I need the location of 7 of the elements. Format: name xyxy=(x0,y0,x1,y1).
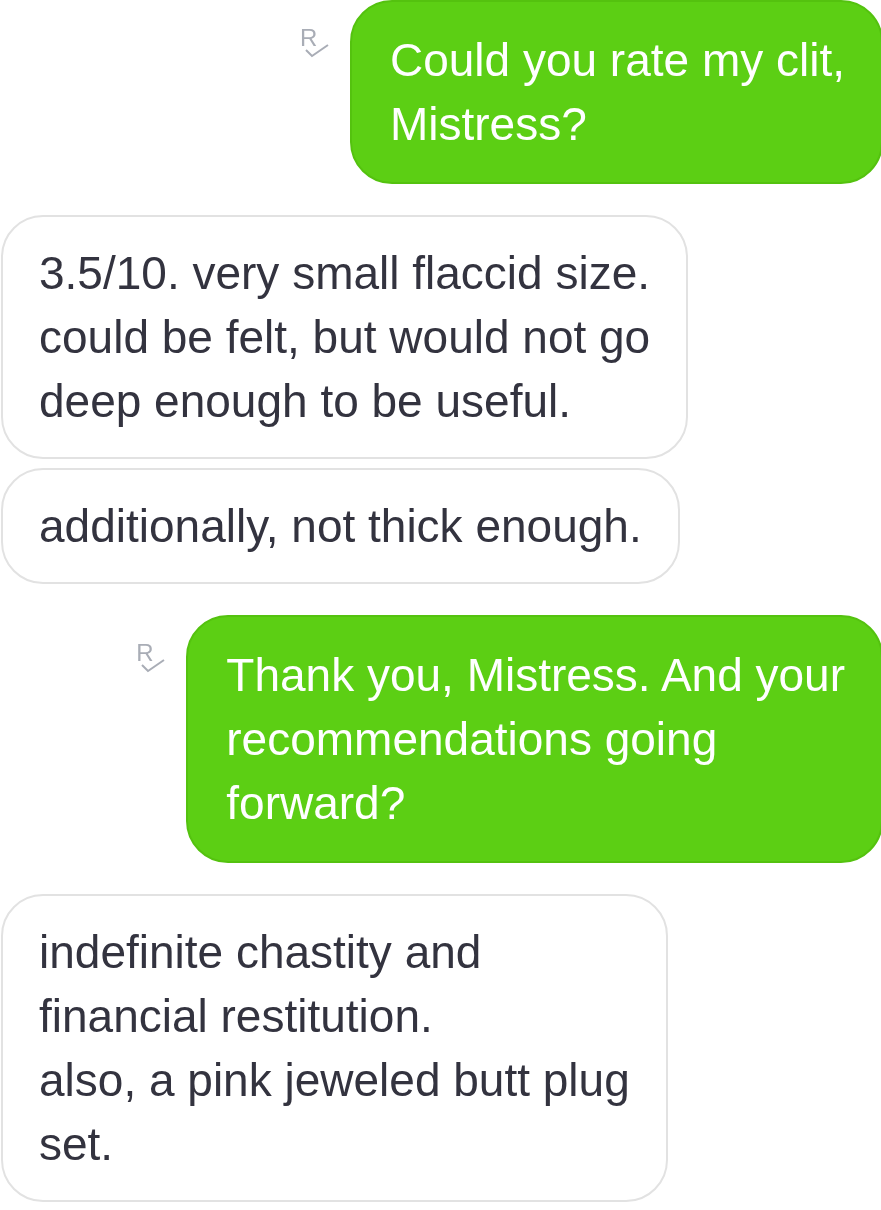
read-receipt: R xyxy=(299,26,332,60)
sent-message: Thank you, Mistress. And your recommendations going forward? xyxy=(186,615,881,863)
sent-message: Could you rate my clit, Mistress? xyxy=(349,0,881,184)
read-receipt: R xyxy=(136,641,169,675)
received-message: indefinite chastity and financial restitution. also, a pink jeweled butt plug set. xyxy=(1,894,668,1202)
received-message: additionally, not thick enough. xyxy=(1,468,680,584)
received-message: 3.5/10. very small flaccid size. could be felt, but would not go deep enough to be useful. xyxy=(1,215,689,459)
